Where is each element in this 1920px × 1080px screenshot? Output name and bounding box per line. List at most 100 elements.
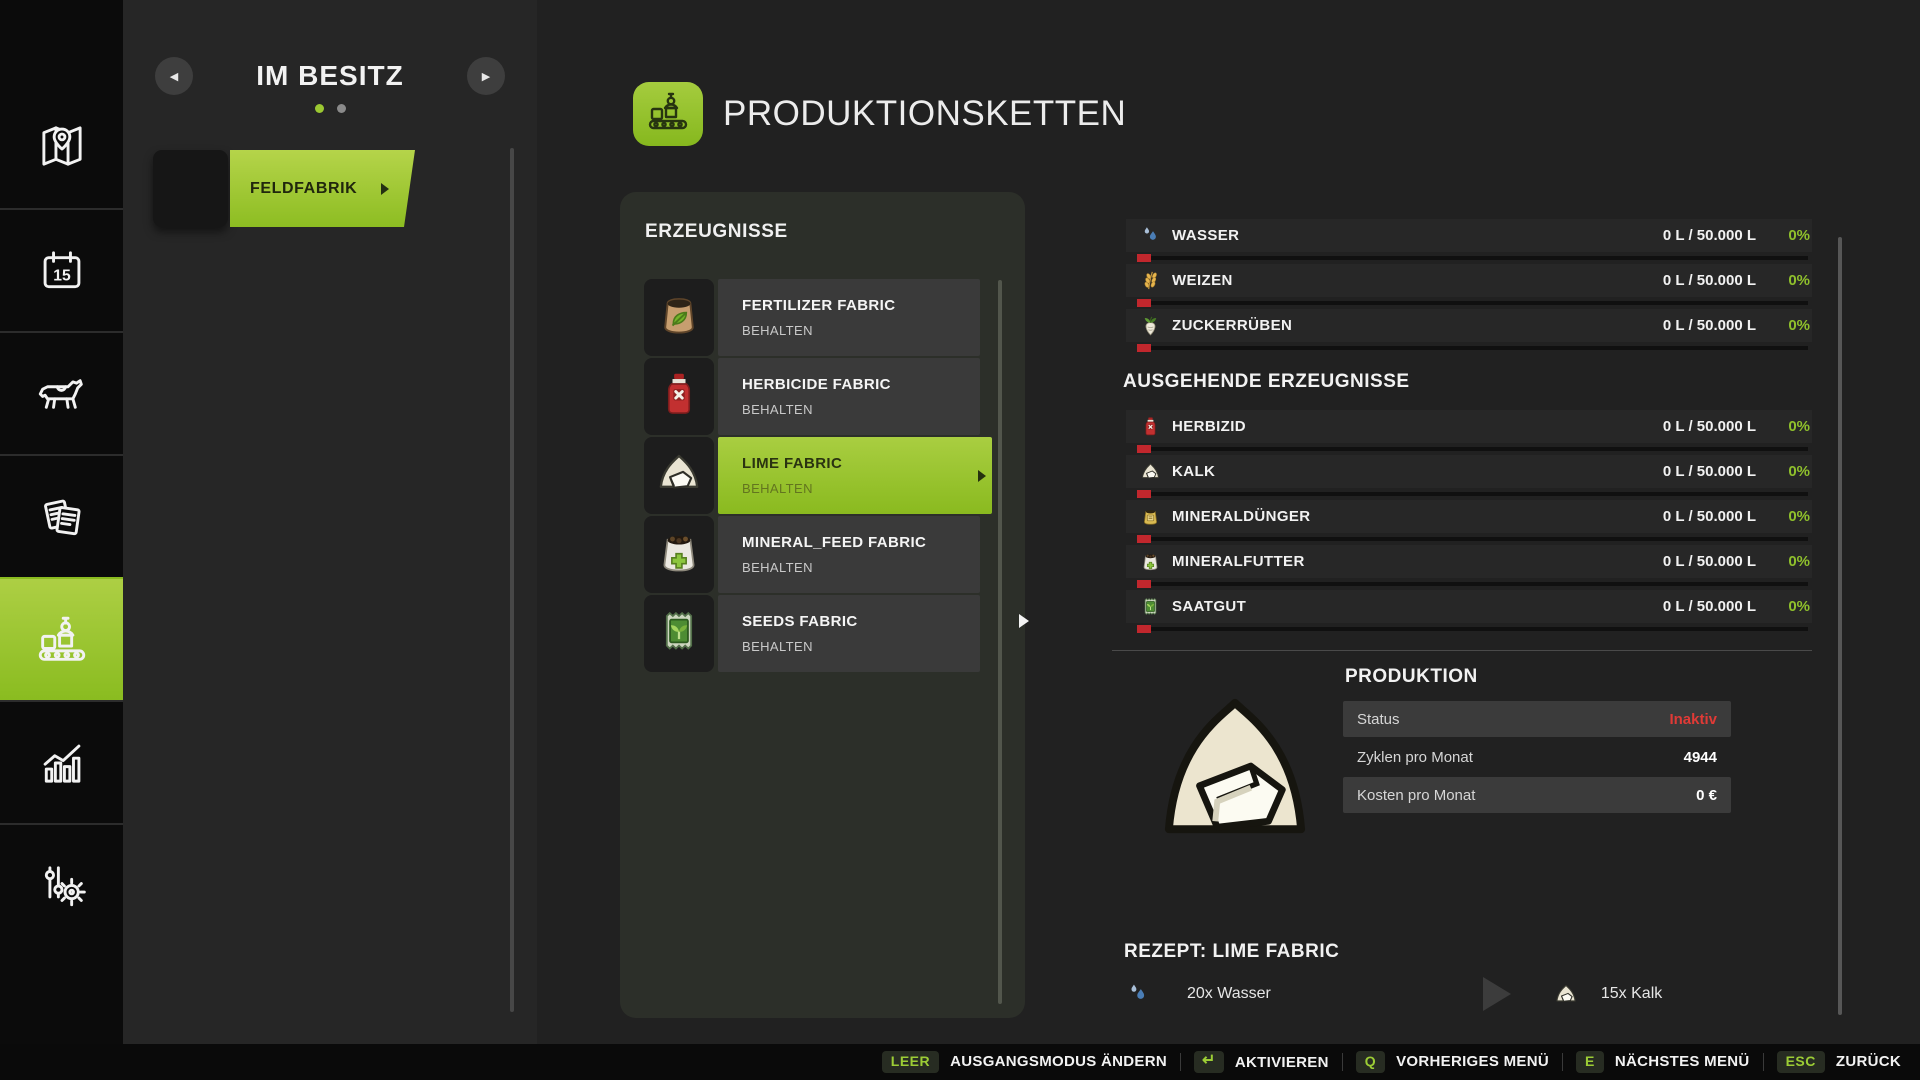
chart-icon — [33, 734, 91, 792]
sliders-gear-icon — [33, 857, 91, 915]
products-scrollbar[interactable] — [998, 280, 1002, 1004]
sidebar-item-statistics[interactable] — [0, 700, 123, 823]
owned-item-feldfabrik[interactable]: FELDFABRIK — [153, 150, 503, 227]
sidebar-item-settings[interactable] — [0, 823, 123, 946]
recipe-output-text: 15x Kalk — [1601, 985, 1662, 1003]
keybar-label: NÄCHSTES MENÜ — [1615, 1053, 1750, 1070]
storage-row-line: ZUCKERRÜBEN0 L / 50.000 L0% — [1126, 309, 1812, 342]
storage-row-label: WASSER — [1172, 227, 1239, 244]
recipe-input-text: 20x Wasser — [1187, 985, 1271, 1003]
bottom-key-bar: LEERAUSGANGSMODUS ÄNDERN ↵AKTIVIEREN Q VORH… — [0, 1044, 1920, 1080]
seeds-icon — [1138, 595, 1162, 618]
production-row-status: Status Inaktiv — [1343, 701, 1731, 737]
production-row-kosten-pro-monat: Kosten pro Monat 0 € — [1343, 777, 1731, 813]
panel-expand-arrow-icon[interactable] — [1019, 614, 1029, 628]
storage-row-percent: 0% — [1756, 272, 1810, 289]
storage-row-label: HERBIZID — [1172, 418, 1246, 435]
keybar-item-zurück[interactable]: ESCZURÜCK — [1777, 1051, 1901, 1072]
storage-row-amount: 0 L / 50.000 L — [1663, 463, 1756, 480]
storage-row-mineraldünger: MINERALDÜNGER0 L / 50.000 L0% — [1112, 499, 1812, 544]
storage-row-fill-bar — [1137, 301, 1808, 305]
storage-row-amount: 0 L / 50.000 L — [1663, 272, 1756, 289]
storage-row-fill-bar — [1137, 447, 1808, 451]
storage-row-amount: 0 L / 50.000 L — [1663, 418, 1756, 435]
product-item-label: SEEDS FABRIC — [742, 613, 980, 630]
storage-row-weizen: WEIZEN 0 L / 50.000 L0% — [1112, 263, 1812, 308]
seeds-icon — [653, 605, 705, 662]
storage-row-amount: 0 L / 50.000 L — [1663, 317, 1756, 334]
outgoing-products-title: AUSGEHENDE ERZEUGNISSE — [1123, 371, 1410, 393]
keybar-label: ZURÜCK — [1836, 1053, 1901, 1070]
storage-row-amount: 0 L / 50.000 L — [1663, 598, 1756, 615]
production-row-zyklen-pro-monat: Zyklen pro Monat 4944 — [1343, 739, 1731, 775]
recipe-arrow-icon — [1483, 977, 1511, 1011]
storage-row-amount: 0 L / 50.000 L — [1663, 553, 1756, 570]
production-row-value: 0 € — [1696, 787, 1717, 804]
product-item-strip: HERBICIDE FABRICBEHALTEN — [718, 358, 980, 435]
keybar-label: VORHERIGES MENÜ — [1396, 1053, 1549, 1070]
lime-big-icon — [1140, 828, 1330, 845]
storage-row-label: WEIZEN — [1172, 272, 1233, 289]
production-chains-screen: 15 ◀ IM BESITZ ▶ FELDFABRIK PRODUKTIONSK… — [0, 0, 1920, 1080]
page-dot-1[interactable] — [315, 104, 324, 113]
main-scrollbar[interactable] — [1838, 237, 1842, 1015]
production-chains-icon — [633, 82, 703, 146]
production-title: PRODUKTION — [1345, 666, 1478, 688]
page-dot-2[interactable] — [337, 104, 346, 113]
fill-level-marker — [1137, 535, 1151, 543]
storage-row-percent: 0% — [1756, 418, 1810, 435]
keybar-item-ausgangsmodus-ändern[interactable]: LEERAUSGANGSMODUS ÄNDERN — [882, 1051, 1167, 1072]
product-item-mode: BEHALTEN — [742, 402, 980, 417]
herbicide-icon — [653, 368, 705, 425]
keybar-divider — [1562, 1053, 1563, 1071]
production-row-label: Status — [1357, 711, 1400, 728]
production-dark-icon — [644, 123, 692, 140]
keybar-label: AUSGANGSMODUS ÄNDERN — [950, 1053, 1167, 1070]
sidebar-item-calendar[interactable]: 15 — [0, 208, 123, 331]
keybar-divider — [1180, 1053, 1181, 1071]
owned-item-strip: FELDFABRIK — [230, 150, 415, 227]
key-e-badge: E — [1576, 1051, 1604, 1072]
product-item-lime-fabric[interactable]: LIME FABRICBEHALTEN — [644, 437, 980, 514]
next-page-button[interactable]: ▶ — [467, 57, 505, 95]
production-row-label: Zyklen pro Monat — [1357, 749, 1473, 766]
product-item-mineral-feed-fabric[interactable]: MINERAL_FEED FABRICBEHALTEN — [644, 516, 980, 593]
sidebar-item-animals[interactable] — [0, 331, 123, 454]
production-row-value: Inaktiv — [1669, 711, 1717, 728]
product-item-image — [644, 595, 714, 672]
sidebar-item-production[interactable] — [0, 577, 123, 700]
key-q-badge: Q — [1356, 1051, 1385, 1072]
storage-row-amount: 0 L / 50.000 L — [1663, 508, 1756, 525]
product-item-seeds-fabric[interactable]: SEEDS FABRICBEHALTEN — [644, 595, 980, 672]
product-item-fertilizer-fabric[interactable]: FERTILIZER FABRICBEHALTEN — [644, 279, 980, 356]
storage-row-label: ZUCKERRÜBEN — [1172, 317, 1292, 334]
products-panel-title: ERZEUGNISSE — [645, 221, 788, 243]
herbicide-icon — [1138, 415, 1162, 438]
keybar-item-aktivieren[interactable]: ↵AKTIVIEREN — [1194, 1051, 1329, 1073]
sidebar-item-finances[interactable] — [0, 454, 123, 577]
production-icon — [33, 611, 91, 669]
production-row-value: 4944 — [1684, 749, 1717, 766]
mineral-feed-icon — [653, 526, 705, 583]
map-icon — [33, 117, 91, 175]
storage-row-line: MINERALFUTTER0 L / 50.000 L0% — [1126, 545, 1812, 578]
sidebar-item-map[interactable] — [0, 85, 123, 206]
product-item-image — [644, 516, 714, 593]
storage-row-label: KALK — [1172, 463, 1215, 480]
selected-product-arrow-icon — [978, 470, 986, 482]
keybar-label: AKTIVIEREN — [1235, 1054, 1329, 1071]
owned-item-arrow-icon — [381, 183, 389, 195]
owned-item-image — [153, 150, 228, 227]
cow-icon — [33, 365, 91, 423]
storage-row-amount: 0 L / 50.000 L — [1663, 227, 1756, 244]
product-item-label: LIME FABRIC — [742, 455, 992, 472]
production-row-label: Kosten pro Monat — [1357, 787, 1475, 804]
storage-row-fill-bar — [1137, 627, 1808, 631]
keybar-item-nächstes-menü[interactable]: E NÄCHSTES MENÜ — [1576, 1051, 1750, 1072]
product-item-herbicide-fabric[interactable]: HERBICIDE FABRICBEHALTEN — [644, 358, 980, 435]
keybar-item-vorheriges-menü[interactable]: Q VORHERIGES MENÜ — [1356, 1051, 1549, 1072]
lime-icon — [1138, 460, 1162, 483]
mineral-feed-icon — [1138, 550, 1162, 573]
owned-panel-scrollbar[interactable] — [510, 148, 514, 1012]
storage-row-line: WASSER0 L / 50.000 L0% — [1126, 219, 1812, 252]
